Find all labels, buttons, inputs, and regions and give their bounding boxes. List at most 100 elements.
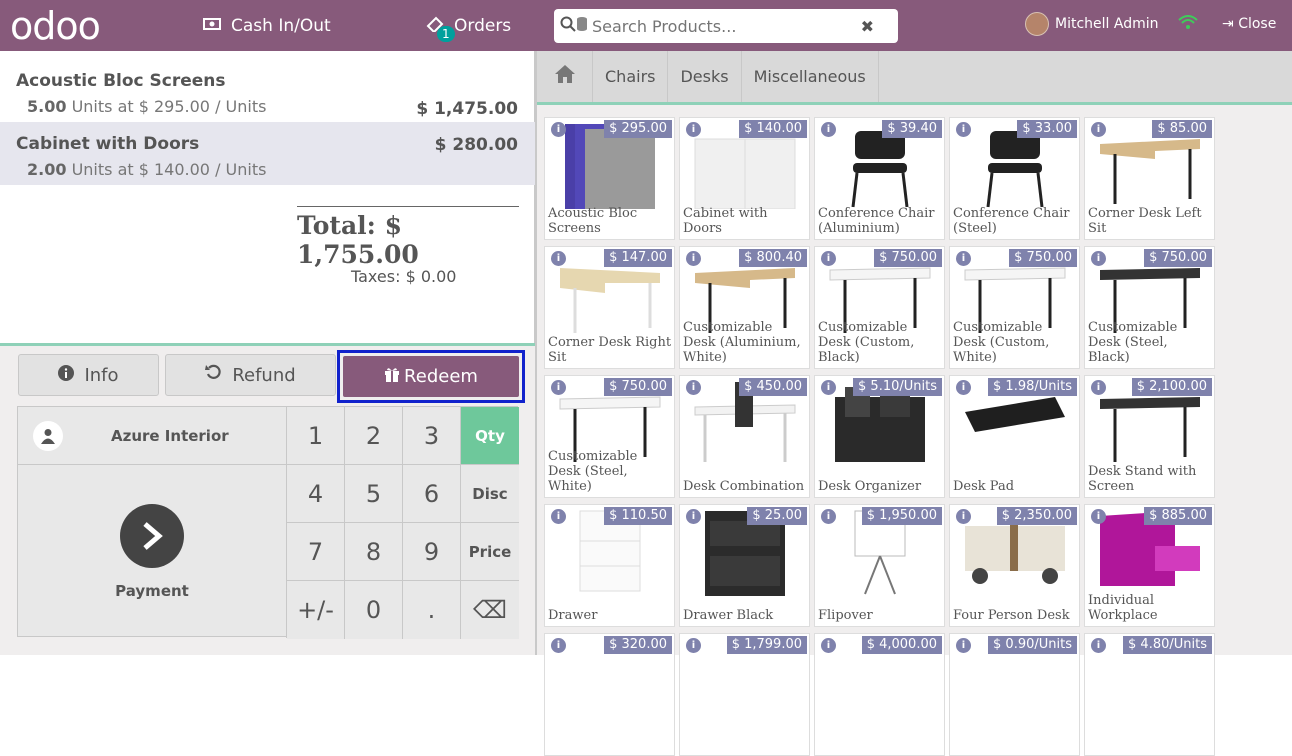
product-card[interactable]: i $ 750.00 Customizable Desk (Custom, Whit… xyxy=(949,246,1080,369)
product-info-icon[interactable]: i xyxy=(686,251,701,266)
product-card[interactable]: i $ 85.00 Corner Desk Left Sit xyxy=(1084,117,1215,240)
product-info-icon[interactable]: i xyxy=(551,380,566,395)
product-card[interactable]: i $ 0.90/Units xyxy=(949,633,1080,756)
product-card[interactable]: i $ 750.00 Customizable Desk (Steel, Black… xyxy=(1084,246,1215,369)
refund-button[interactable]: Refund xyxy=(165,354,336,396)
clear-search-icon[interactable]: ✖ xyxy=(861,17,874,36)
user-menu[interactable]: Mitchell Admin xyxy=(1025,12,1159,36)
product-card[interactable]: i $ 1.98/Units Desk Pad xyxy=(949,375,1080,498)
product-card[interactable]: i $ 25.00 Drawer Black xyxy=(679,504,810,627)
category-chairs[interactable]: Chairs xyxy=(593,51,669,102)
category-desks[interactable]: Desks xyxy=(668,51,742,102)
product-card[interactable]: i $ 800.40 Customizable Desk (Aluminium, W… xyxy=(679,246,810,369)
product-card[interactable]: i $ 885.00 Individual Workplace xyxy=(1084,504,1215,627)
product-card[interactable]: i $ 4.80/Units xyxy=(1084,633,1215,756)
product-info-icon[interactable]: i xyxy=(1091,251,1106,266)
product-price: $ 1.98/Units xyxy=(988,378,1077,396)
product-card[interactable]: i $ 39.40 Conference Chair (Aluminium) xyxy=(814,117,945,240)
product-info-icon[interactable]: i xyxy=(551,638,566,653)
product-info-icon[interactable]: i xyxy=(686,509,701,524)
home-category-button[interactable] xyxy=(537,51,593,102)
product-info-icon[interactable]: i xyxy=(1091,122,1106,137)
order-panel: Acoustic Bloc Screens $ 1,475.00 5.00 Un… xyxy=(0,51,537,655)
product-info-icon[interactable]: i xyxy=(1091,380,1106,395)
search-input[interactable] xyxy=(592,16,861,36)
product-card[interactable]: i $ 1,799.00 xyxy=(679,633,810,756)
key-3[interactable]: 3 xyxy=(403,407,461,465)
product-price: $ 4,000.00 xyxy=(861,636,942,654)
order-line-name: Acoustic Bloc Screens xyxy=(16,71,226,91)
product-info-icon[interactable]: i xyxy=(821,638,836,653)
key-decimal[interactable]: . xyxy=(403,581,461,639)
key-1[interactable]: 1 xyxy=(287,407,345,465)
product-card[interactable]: i $ 2,350.00 Four Person Desk xyxy=(949,504,1080,627)
product-price: $ 320.00 xyxy=(604,636,672,654)
product-info-icon[interactable]: i xyxy=(1091,638,1106,653)
product-card[interactable]: i $ 110.50 Drawer xyxy=(544,504,675,627)
key-5[interactable]: 5 xyxy=(345,465,403,523)
order-line[interactable]: Acoustic Bloc Screens $ 1,475.00 5.00 Un… xyxy=(0,59,535,122)
key-plus-minus[interactable]: +/- xyxy=(287,581,345,639)
product-info-icon[interactable]: i xyxy=(686,638,701,653)
product-card[interactable]: i $ 750.00 Customizable Desk (Steel, White… xyxy=(544,375,675,498)
product-info-icon[interactable]: i xyxy=(821,122,836,137)
product-info-icon[interactable]: i xyxy=(551,122,566,137)
key-0[interactable]: 0 xyxy=(345,581,403,639)
product-card[interactable]: i $ 295.00 Acoustic Bloc Screens xyxy=(544,117,675,240)
category-bar: Chairs Desks Miscellaneous xyxy=(537,51,1292,105)
product-info-icon[interactable]: i xyxy=(1091,509,1106,524)
product-name: Customizable Desk (Custom, White) xyxy=(953,320,1050,365)
product-info-icon[interactable]: i xyxy=(551,509,566,524)
product-info-icon[interactable]: i xyxy=(551,251,566,266)
product-info-icon[interactable]: i xyxy=(686,380,701,395)
top-bar: odoo Cash In/Out 1 Orders ✖ Mitchell Adm… xyxy=(0,0,1292,51)
product-info-icon[interactable]: i xyxy=(686,122,701,137)
product-price: $ 1,950.00 xyxy=(861,507,942,525)
category-miscellaneous[interactable]: Miscellaneous xyxy=(742,51,879,102)
product-price: $ 1,799.00 xyxy=(726,636,807,654)
backspace-key[interactable]: ⌫ xyxy=(461,581,519,639)
product-card[interactable]: i $ 33.00 Conference Chair (Steel) xyxy=(949,117,1080,240)
orders-button[interactable]: 1 Orders xyxy=(426,0,511,51)
product-price: $ 295.00 xyxy=(604,120,672,138)
product-card[interactable]: i $ 140.00 Cabinet with Doors xyxy=(679,117,810,240)
product-card[interactable]: i $ 320.00 xyxy=(544,633,675,756)
key-4[interactable]: 4 xyxy=(287,465,345,523)
product-info-icon[interactable]: i xyxy=(956,638,971,653)
customer-button[interactable]: Azure Interior xyxy=(18,407,287,465)
key-9[interactable]: 9 xyxy=(403,523,461,581)
payment-button[interactable]: Payment xyxy=(18,465,287,638)
order-line-qty: 5.00 xyxy=(27,97,67,116)
info-button[interactable]: Info xyxy=(18,354,159,396)
redeem-button[interactable]: Redeem xyxy=(343,356,519,397)
product-card[interactable]: i $ 5.10/Units Desk Organizer xyxy=(814,375,945,498)
odoo-logo: odoo xyxy=(10,4,101,48)
product-info-icon[interactable]: i xyxy=(821,509,836,524)
key-7[interactable]: 7 xyxy=(287,523,345,581)
order-line-selected[interactable]: Cabinet with Doors $ 280.00 2.00 Units a… xyxy=(0,122,535,185)
mode-disc[interactable]: Disc xyxy=(461,465,519,523)
product-card[interactable]: i $ 4,000.00 xyxy=(814,633,945,756)
mode-qty[interactable]: Qty xyxy=(461,407,519,465)
key-6[interactable]: 6 xyxy=(403,465,461,523)
product-card[interactable]: i $ 147.00 Corner Desk Right Sit xyxy=(544,246,675,369)
product-info-icon[interactable]: i xyxy=(956,380,971,395)
cash-in-out-button[interactable]: Cash In/Out xyxy=(203,0,331,51)
product-info-icon[interactable]: i xyxy=(956,122,971,137)
mode-price[interactable]: Price xyxy=(461,523,519,581)
product-price: $ 750.00 xyxy=(604,378,672,396)
product-card[interactable]: i $ 450.00 Desk Combination xyxy=(679,375,810,498)
product-name: Acoustic Bloc Screens xyxy=(548,206,638,236)
product-info-icon[interactable]: i xyxy=(956,509,971,524)
product-info-icon[interactable]: i xyxy=(956,251,971,266)
product-name: Corner Desk Right Sit xyxy=(548,335,672,365)
product-card[interactable]: i $ 750.00 Customizable Desk (Custom, Blac… xyxy=(814,246,945,369)
key-2[interactable]: 2 xyxy=(345,407,403,465)
product-info-icon[interactable]: i xyxy=(821,251,836,266)
product-info-icon[interactable]: i xyxy=(821,380,836,395)
key-8[interactable]: 8 xyxy=(345,523,403,581)
search-bar[interactable]: ✖ xyxy=(554,9,898,43)
close-button[interactable]: ⇥ Close xyxy=(1222,16,1276,32)
product-card[interactable]: i $ 1,950.00 Flipover xyxy=(814,504,945,627)
product-card[interactable]: i $ 2,100.00 Desk Stand with Screen xyxy=(1084,375,1215,498)
